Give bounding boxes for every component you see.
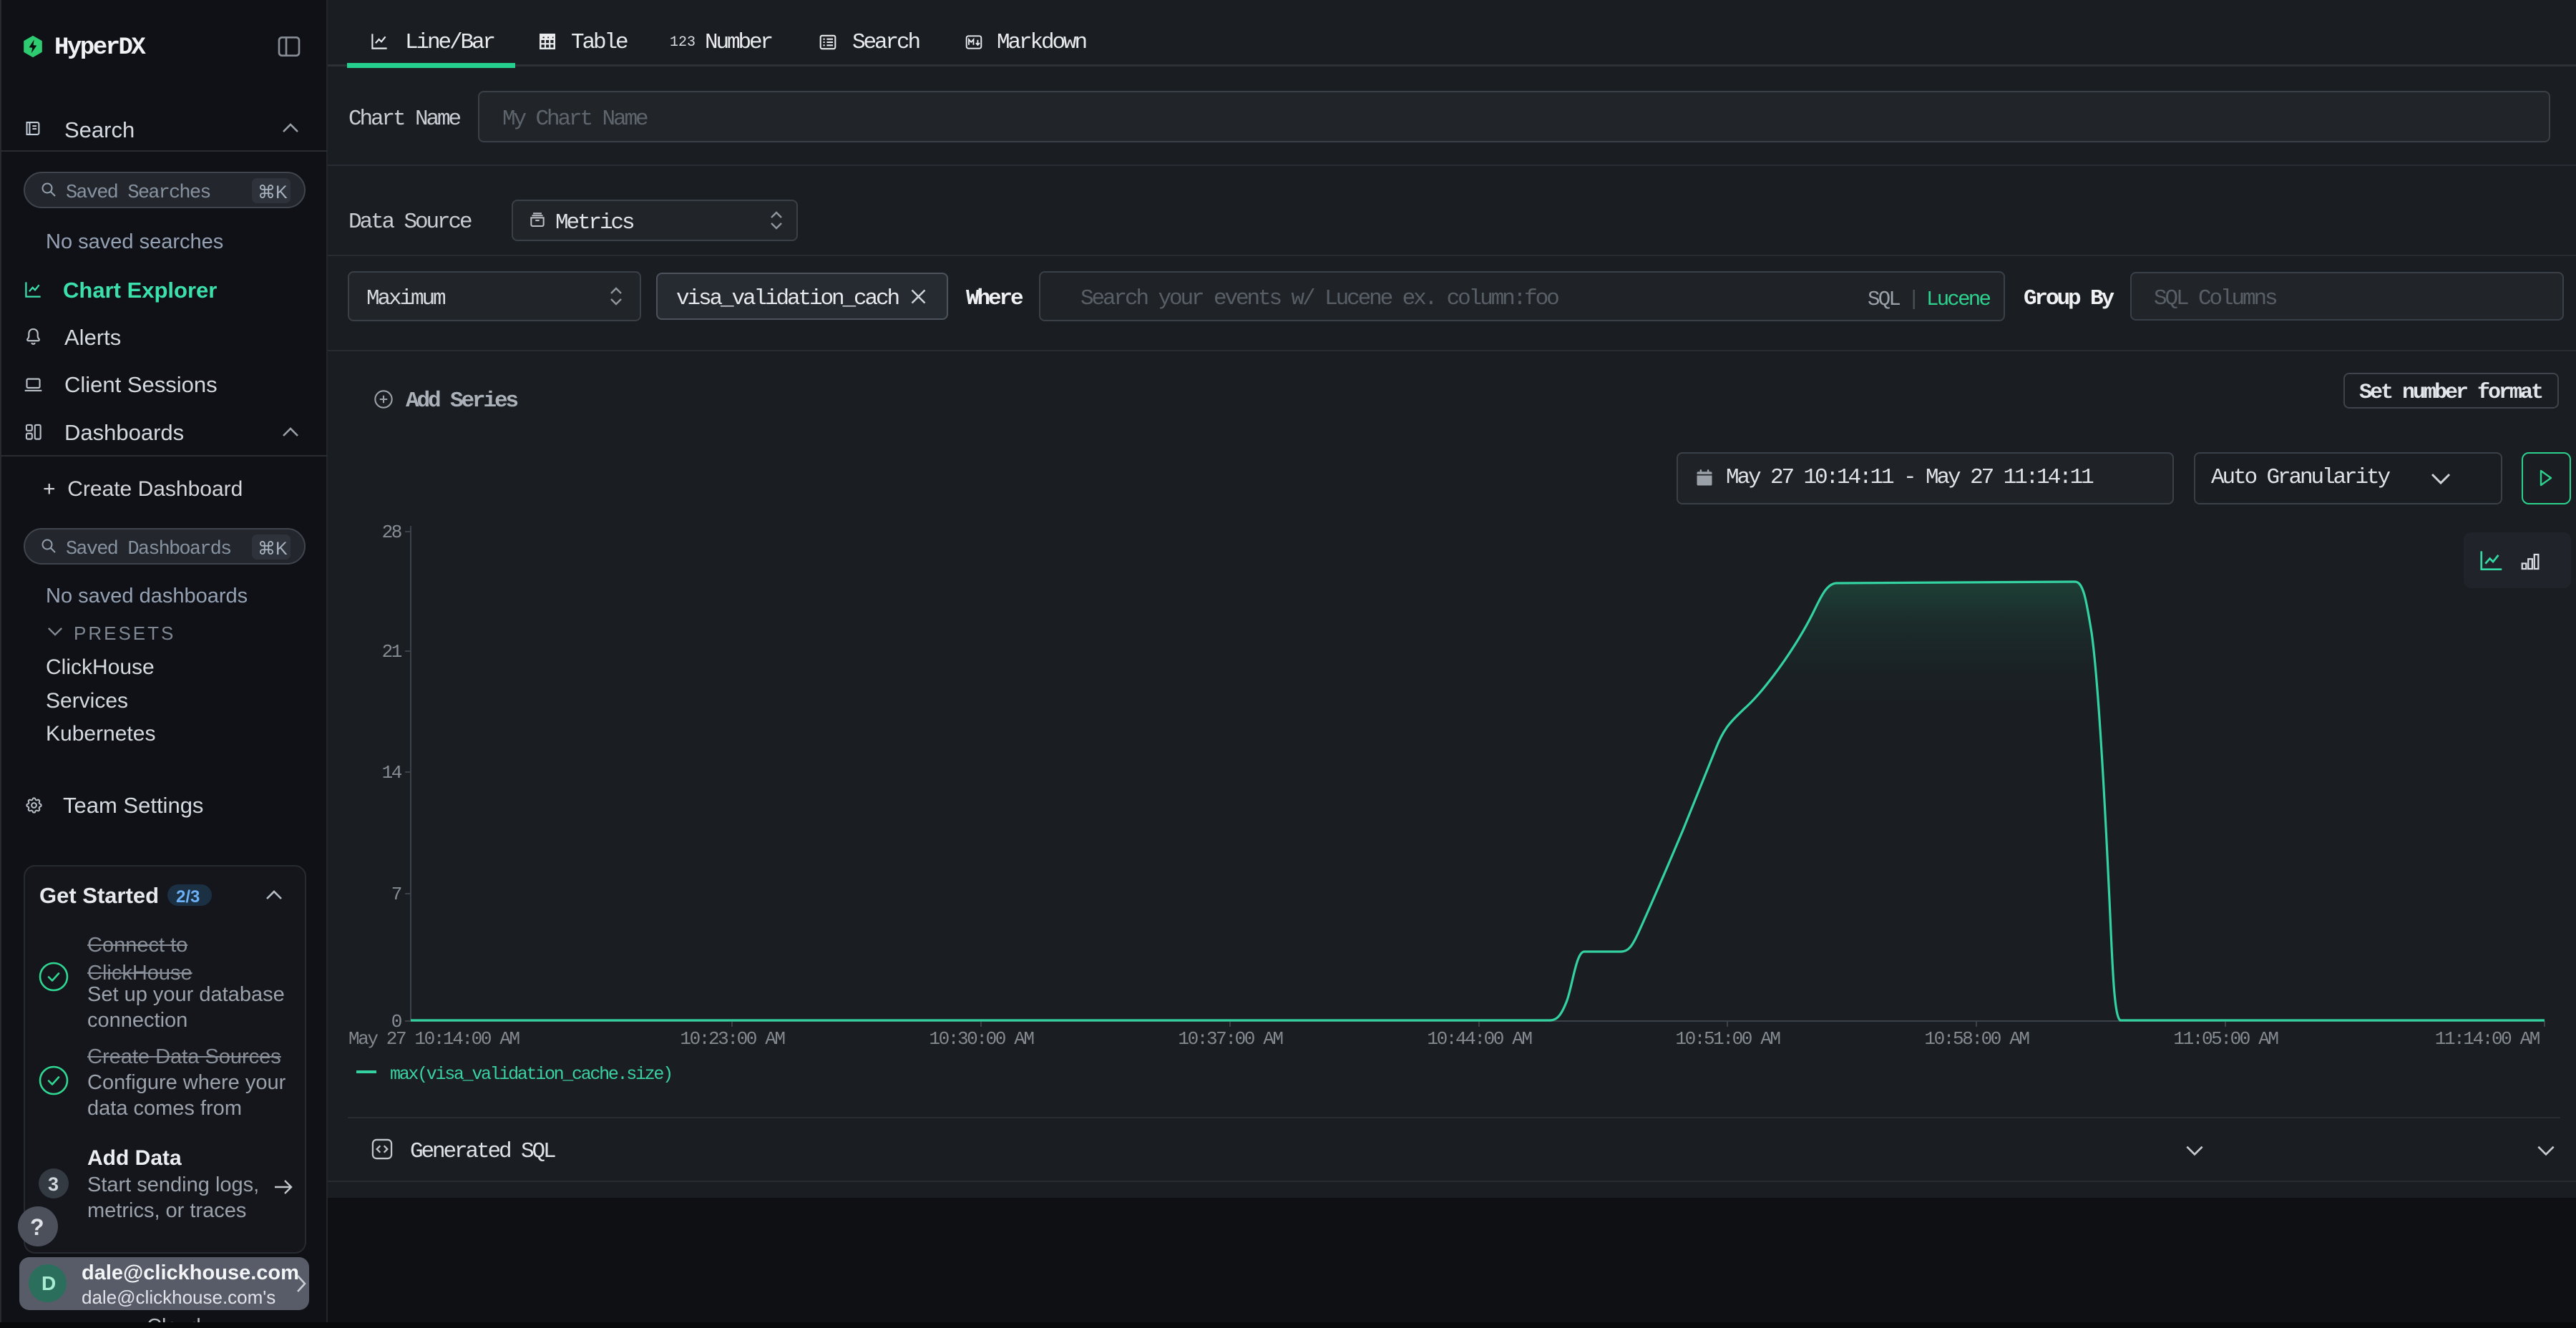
svg-text:11:05:00 AM: 11:05:00 AM xyxy=(2173,1028,2278,1050)
svg-text:10:44:00 AM: 10:44:00 AM xyxy=(1427,1028,1531,1050)
svg-text:28: 28 xyxy=(382,522,401,543)
svg-text:21: 21 xyxy=(382,641,402,663)
svg-text:10:23:00 AM: 10:23:00 AM xyxy=(680,1028,784,1050)
svg-text:10:51:00 AM: 10:51:00 AM xyxy=(1675,1028,1780,1050)
svg-text:10:58:00 AM: 10:58:00 AM xyxy=(1924,1028,2029,1050)
svg-text:7: 7 xyxy=(391,884,401,905)
svg-text:May 27 10:14:00 AM: May 27 10:14:00 AM xyxy=(348,1028,519,1050)
svg-text:10:30:00 AM: 10:30:00 AM xyxy=(929,1028,1033,1050)
svg-text:14: 14 xyxy=(382,762,402,783)
svg-text:11:14:00 AM: 11:14:00 AM xyxy=(2435,1028,2540,1050)
svg-text:10:37:00 AM: 10:37:00 AM xyxy=(1178,1028,1282,1050)
